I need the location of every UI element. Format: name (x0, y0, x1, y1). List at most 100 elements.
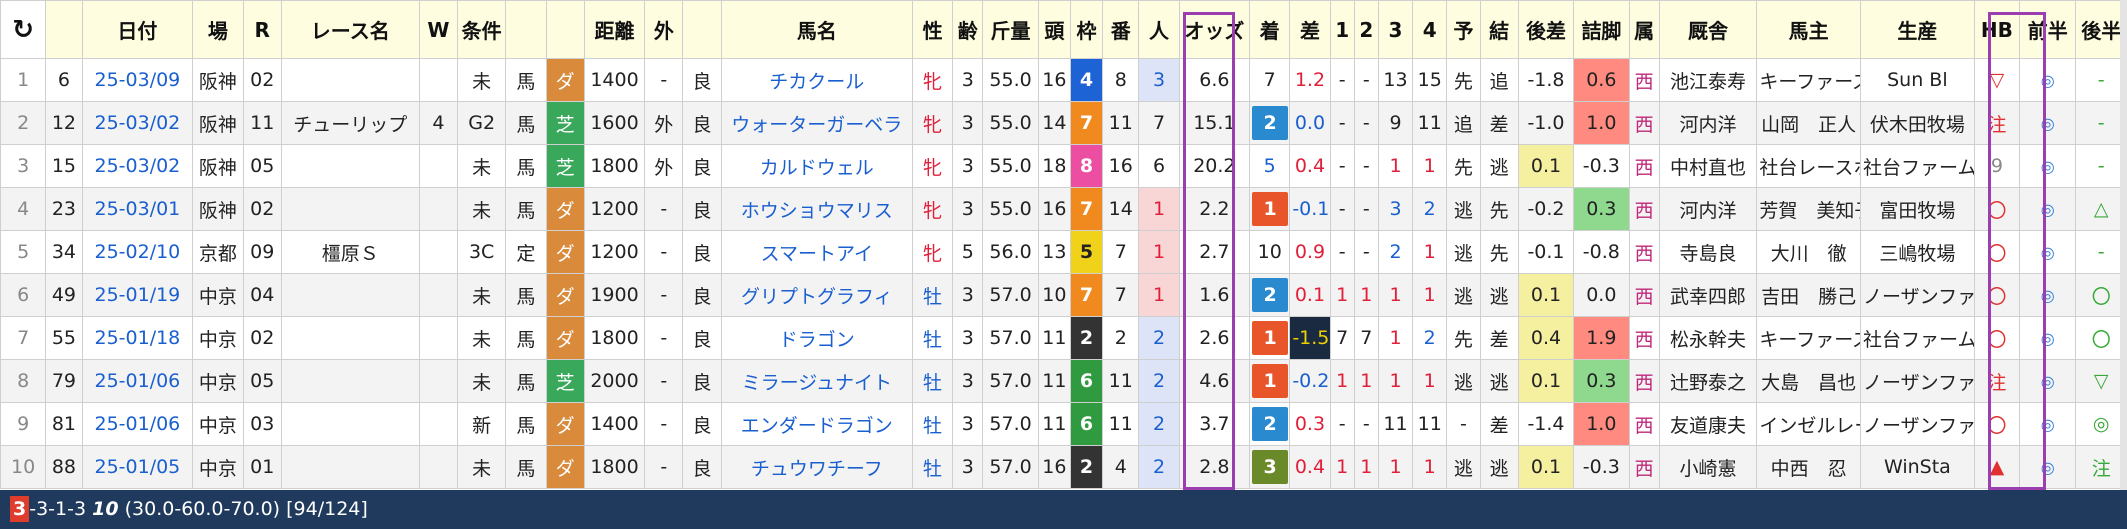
track-going: 良 (682, 230, 722, 274)
table-row[interactable]: 9 81 25-01/06 中京 03 新馬ダ 1400- 良エンダードラゴン牡 3 57.0 11… (0, 402, 2127, 446)
header-affiliation[interactable]: 属 (1628, 0, 1660, 59)
header-first-half[interactable]: 前半 (2019, 0, 2077, 59)
header-distance[interactable]: 距離 (583, 0, 646, 59)
affiliation: 西 (1628, 316, 1660, 360)
table-row[interactable]: 7 55 25-01/18 中京 02 未馬ダ 1800- 良ドラゴン牡 3 57.0 11 2 2 2 2… (0, 316, 2127, 360)
table-row[interactable]: 5 34 25-02/10 京都 09 橿原Ｓ 3C 定ダ 1200- 良スマートアイ牝 5 56.0… (0, 230, 2127, 274)
corner-3: 13 (1377, 58, 1414, 102)
header-date[interactable]: 日付 (81, 0, 194, 59)
header-corner-1[interactable]: 1 (1329, 0, 1355, 59)
header-frame[interactable]: 枠 (1069, 0, 1104, 59)
table-row[interactable]: 3 15 25-03/02 阪神 05 未馬芝 1800 外良カルドウェル牝 3 55.0 18 8 1… (0, 144, 2127, 188)
header-hb[interactable]: HB (1973, 0, 2021, 59)
header-finish[interactable]: 着 (1249, 0, 1291, 59)
horse-name[interactable]: チカクール (720, 58, 913, 102)
race-name (280, 402, 420, 446)
finish-position: 3 (1249, 445, 1291, 489)
header-odds[interactable]: オッズ (1178, 0, 1251, 59)
first-half-mark: ◎ (2019, 230, 2077, 274)
table-row[interactable]: 8 79 25-01/06 中京 05 未馬芝 2000- 良ミラージュナイト牡 3 57.0 11… (0, 359, 2127, 403)
header-trainer[interactable]: 厩舎 (1658, 0, 1758, 59)
header-surface[interactable] (545, 0, 585, 59)
refresh-icon[interactable]: ↻ (0, 0, 47, 59)
horse-name[interactable]: スマートアイ (720, 230, 913, 274)
carried-weight: 57.0 (982, 273, 1039, 317)
table-row[interactable]: 6 49 25-01/19 中京 04 未馬ダ 1900- 良グリプトグラフィ牡 3 57.0 10… (0, 273, 2127, 317)
race-number: 03 (242, 402, 282, 446)
header-horse-name[interactable]: 馬名 (720, 0, 913, 59)
horse-age: 3 (952, 359, 984, 403)
race-date[interactable]: 25-01/18 (81, 316, 194, 360)
horse-name[interactable]: ウォーターガーベラ (720, 101, 913, 145)
horse-name[interactable]: エンダードラゴン (720, 402, 913, 446)
table-row[interactable]: 1 6 25-03/09 阪神 02 未馬ダ 1400- 良チカクール牝 3 55.0 16 4 8 3 6… (0, 58, 2127, 102)
race-date[interactable]: 25-03/09 (81, 58, 194, 102)
race-date[interactable]: 25-01/05 (81, 445, 194, 489)
frame-number: 7 (1069, 273, 1104, 317)
race-condition: 未 (456, 273, 507, 317)
race-date[interactable]: 25-01/06 (81, 359, 194, 403)
corner-1: - (1329, 187, 1355, 231)
corner-4: 15 (1412, 58, 1448, 102)
table-row[interactable]: 2 12 25-03/02 阪神 11 チューリップ 4 G2 馬芝 1600 外良ウォーターガーベ… (0, 101, 2127, 145)
header-prediction[interactable]: 予 (1446, 0, 1481, 59)
header-result[interactable]: 結 (1479, 0, 1519, 59)
horse-number: 8 (1102, 58, 1140, 102)
header-race-name[interactable]: レース名 (280, 0, 420, 59)
horse-name[interactable]: ホウショウマリス (720, 187, 913, 231)
table-row[interactable]: 10 88 25-01/05 中京 01 未馬ダ 1800- 良チュウワチーフ牡 3 57.0 16… (0, 445, 2127, 489)
header-sex[interactable]: 性 (911, 0, 954, 59)
horse-name[interactable]: ミラージュナイト (720, 359, 913, 403)
header-class[interactable] (505, 0, 547, 59)
header-race-no[interactable]: R (242, 0, 282, 59)
header-second-half[interactable]: 後半 (2075, 0, 2127, 59)
first-half-mark: ◎ (2019, 359, 2077, 403)
race-date[interactable]: 25-03/01 (81, 187, 194, 231)
header-margin[interactable]: 差 (1289, 0, 1331, 59)
header-late-speed[interactable]: 詰脚 (1573, 0, 1630, 59)
week (418, 445, 458, 489)
corner-4: 2 (1412, 316, 1448, 360)
owner-name: 中西 忍 (1756, 445, 1862, 489)
header-number[interactable]: 番 (1102, 0, 1140, 59)
header-week[interactable]: W (418, 0, 458, 59)
header-late-diff[interactable]: 後差 (1517, 0, 1575, 59)
entry-count: 79 (45, 359, 83, 403)
header-corner-3[interactable]: 3 (1377, 0, 1414, 59)
header-outer[interactable]: 外 (644, 0, 684, 59)
horse-name[interactable]: チュウワチーフ (720, 445, 913, 489)
second-half-mark: 〇 (2075, 273, 2127, 317)
vertical-scrollbar[interactable] (2120, 0, 2127, 490)
race-class: 馬 (505, 445, 547, 489)
header-age[interactable]: 齢 (952, 0, 984, 59)
race-date[interactable]: 25-01/06 (81, 402, 194, 446)
header-owner[interactable]: 馬主 (1756, 0, 1862, 59)
header-field-size[interactable]: 頭 (1037, 0, 1071, 59)
corner-1: - (1329, 58, 1355, 102)
horse-name[interactable]: カルドウェル (720, 144, 913, 188)
race-date[interactable]: 25-01/19 (81, 273, 194, 317)
horse-name[interactable]: グリプトグラフィ (720, 273, 913, 317)
race-date[interactable]: 25-03/02 (81, 144, 194, 188)
affiliation: 西 (1628, 144, 1660, 188)
horse-age: 5 (952, 230, 984, 274)
header-weight[interactable]: 斤量 (982, 0, 1039, 59)
header-breeder[interactable]: 生産 (1860, 0, 1975, 59)
header-corner-2[interactable]: 2 (1353, 0, 1379, 59)
finish-position-badge: 2 (1252, 407, 1289, 441)
race-date[interactable]: 25-02/10 (81, 230, 194, 274)
header-index-count[interactable] (45, 0, 83, 59)
race-date[interactable]: 25-03/02 (81, 101, 194, 145)
horse-name[interactable]: ドラゴン (720, 316, 913, 360)
header-condition[interactable]: 条件 (456, 0, 507, 59)
table-row[interactable]: 4 23 25-03/01 阪神 02 未馬ダ 1200- 良ホウショウマリス牝 3 55.0 16… (0, 187, 2127, 231)
status-rates: (30.0-60.0-70.0) (124, 498, 281, 520)
win-odds: 4.6 (1178, 359, 1251, 403)
frame-number: 7 (1069, 101, 1104, 145)
distance: 2000 (583, 359, 646, 403)
header-going[interactable] (682, 0, 722, 59)
header-track[interactable]: 場 (192, 0, 244, 59)
header-popularity[interactable]: 人 (1138, 0, 1180, 59)
finish-position: 2 (1249, 101, 1291, 145)
header-corner-4[interactable]: 4 (1412, 0, 1448, 59)
